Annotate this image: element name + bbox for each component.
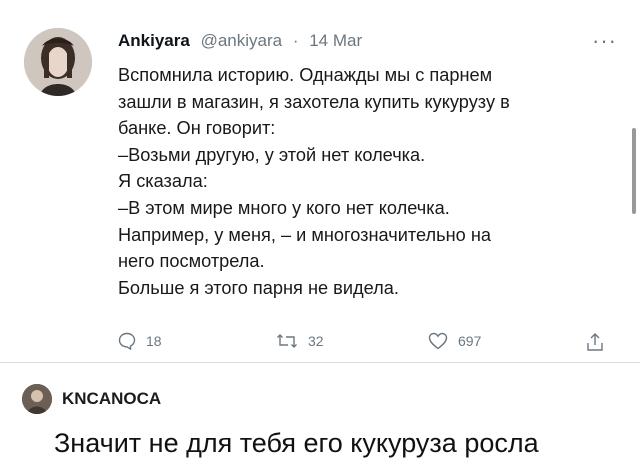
tweet-actions: 18 32 697 <box>118 332 618 356</box>
tweet-line: Больше я этого парня не видела. <box>118 277 399 298</box>
tweet-line: Вспомнила историю. Однажды мы с парнем <box>118 65 493 85</box>
reply-count: 18 <box>146 333 162 349</box>
tweet-date[interactable]: 14 Mar <box>309 31 362 50</box>
more-icon[interactable]: ··· <box>592 28 617 54</box>
date-separator: · <box>292 31 299 50</box>
retweet-button[interactable]: 32 <box>276 332 324 350</box>
share-button[interactable] <box>586 332 604 352</box>
comment-author[interactable]: KNCANOCA <box>62 389 161 409</box>
like-count: 697 <box>458 333 482 349</box>
author-handle[interactable]: @ankiyara <box>201 31 283 50</box>
tweet-header: Ankiyara @ankiyara · 14 Mar <box>118 31 362 51</box>
tweet-body: Вспомнила историю. Однажды мы с парнем з… <box>118 62 618 301</box>
share-icon <box>587 333 603 351</box>
retweet-icon <box>277 334 297 348</box>
tweet-line: него посмотрела. <box>118 251 265 272</box>
tweet-line: Я сказала: <box>118 171 208 192</box>
comment-avatar[interactable] <box>22 384 52 414</box>
divider <box>0 362 640 363</box>
retweet-count: 32 <box>308 333 324 349</box>
reply-button[interactable]: 18 <box>118 332 162 350</box>
tweet-line: –Возьми другую, у этой нет колечка. <box>118 144 426 165</box>
reply-icon <box>118 332 136 350</box>
comment-text: Значит не для тебя его кукуруза росла <box>54 428 539 458</box>
tweet-line: зашли в магазин, я захотела купить кукур… <box>118 91 510 112</box>
tweet-line: –В этом мире много у кого нет колечка. <box>118 197 450 218</box>
scrollbar[interactable] <box>632 128 636 214</box>
tweet-line: банке. Он говорит: <box>118 118 276 139</box>
author-name[interactable]: Ankiyara <box>118 31 190 50</box>
author-avatar[interactable] <box>24 28 92 96</box>
heart-icon <box>428 332 448 350</box>
tweet-line: Например, у меня, – и многозначительно н… <box>118 224 491 245</box>
like-button[interactable]: 697 <box>428 332 481 350</box>
tweet-card: Ankiyara @ankiyara · 14 Mar ··· Вспомнил… <box>0 0 640 362</box>
